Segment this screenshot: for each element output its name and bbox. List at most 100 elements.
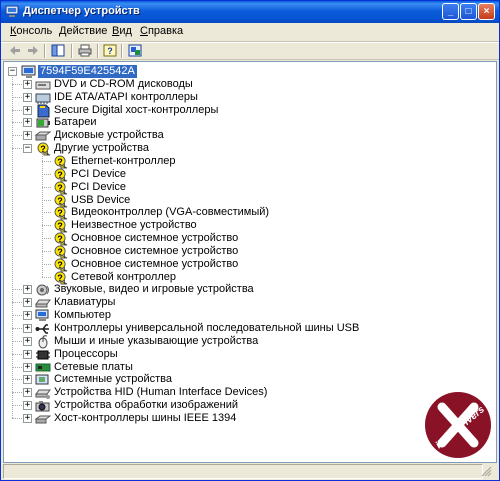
- tree-device[interactable]: ?! Основное системное устройство: [52, 232, 352, 246]
- tree-connector: [42, 238, 51, 240]
- menu-bar: Консоль Действие Вид Справка: [1, 23, 499, 42]
- ixbt-drivers-watermark: iXBT Drivers: [422, 389, 494, 461]
- tree-connector: [42, 276, 51, 278]
- expand-icon[interactable]: +: [23, 362, 32, 372]
- collapse-icon[interactable]: −: [23, 144, 32, 154]
- toolbar-separator: [44, 44, 46, 58]
- expand-icon[interactable]: +: [23, 413, 32, 423]
- tree-device[interactable]: ?! Неизвестное устройство: [52, 219, 352, 233]
- tree-category[interactable]: + Процессоры: [23, 348, 483, 361]
- tree-category[interactable]: + Устройства HID (Human Interface Devices…: [23, 386, 483, 400]
- expand-icon[interactable]: +: [23, 118, 32, 128]
- tree-category-label: Мыши и иные указывающие устройства: [54, 334, 259, 347]
- tree-category[interactable]: + Secure Digital хост-контроллеры: [23, 104, 483, 118]
- expand-icon[interactable]: +: [23, 324, 32, 333]
- tree-connector: [42, 186, 51, 188]
- tree-connector: [42, 160, 51, 162]
- tree-category-label: Устройства HID (Human Interface Devices): [54, 386, 268, 399]
- tree-connector: [12, 83, 22, 85]
- tree-category-label: Сетевые платы: [54, 360, 133, 373]
- menu-view[interactable]: Вид: [112, 25, 132, 37]
- tree-category-label: Клавиатуры: [54, 296, 116, 309]
- menu-console[interactable]: Консоль: [10, 25, 52, 37]
- help-icon[interactable]: ?: [103, 44, 117, 57]
- tree-connector: [12, 109, 22, 111]
- tree-connector: [12, 77, 13, 418]
- tree-device[interactable]: ?! PCI Device: [52, 181, 352, 195]
- tree-device-label: Видеоконтроллер (VGA-совместимый): [71, 206, 270, 219]
- tree-category[interactable]: + IDE ATA/ATAPI контроллеры: [23, 91, 483, 104]
- tree-device-label: Сетевой контроллер: [71, 270, 176, 283]
- tree-category[interactable]: + Мыши и иные указывающие устройства: [23, 334, 483, 349]
- expand-icon[interactable]: +: [23, 388, 32, 398]
- tree-device[interactable]: ?! Сетевой контроллер: [52, 270, 352, 285]
- expand-icon[interactable]: +: [23, 336, 32, 346]
- resize-grip-icon[interactable]: [480, 465, 492, 477]
- tree-connector: [12, 340, 22, 342]
- expand-icon[interactable]: +: [23, 401, 32, 411]
- tree-connector: [12, 122, 22, 124]
- tree-category[interactable]: + Контроллеры универсальной последователь…: [23, 322, 483, 335]
- tree-category-label: Контроллеры универсальной последовательн…: [54, 322, 360, 334]
- menu-action[interactable]: Действие: [59, 25, 107, 37]
- expand-icon[interactable]: +: [23, 105, 32, 115]
- expand-icon[interactable]: +: [23, 375, 32, 385]
- expand-icon[interactable]: +: [23, 349, 32, 359]
- tree-device[interactable]: ?! Видеоконтроллер (VGA-совместимый): [52, 206, 352, 220]
- tree-connector: [12, 366, 22, 368]
- expand-icon[interactable]: +: [23, 285, 32, 295]
- tree-category[interactable]: + Компьютер: [23, 309, 483, 322]
- tree-category[interactable]: + Дисковые устройства: [23, 129, 483, 142]
- tree-connector: [42, 225, 51, 227]
- properties-icon[interactable]: [128, 44, 142, 57]
- show-hide-tree-icon[interactable]: [51, 44, 65, 57]
- expand-icon[interactable]: +: [23, 311, 32, 321]
- print-icon[interactable]: [78, 44, 92, 57]
- minimize-icon: _: [447, 6, 454, 17]
- tree-device-label: Основное системное устройство: [71, 232, 239, 245]
- tree-connector: [42, 152, 43, 277]
- tree-category-label: Компьютер: [54, 309, 111, 322]
- root-computer-name[interactable]: 7594F59E425542A: [38, 65, 137, 78]
- tree-category[interactable]: + Сетевые платы: [23, 361, 483, 374]
- close-button[interactable]: ×: [478, 3, 495, 20]
- tree-category[interactable]: + Системные устройства: [23, 373, 483, 386]
- tree-category-label: Устройства обработки изображений: [54, 399, 239, 412]
- tree-device[interactable]: ?! Основное системное устройство: [52, 245, 352, 259]
- tree-root[interactable]: − 7594F59E425542A: [8, 65, 208, 78]
- expand-icon[interactable]: +: [23, 79, 32, 89]
- forward-icon[interactable]: [26, 44, 40, 57]
- expand-icon[interactable]: +: [23, 298, 32, 308]
- tree-device[interactable]: ?! Основное системное устройство: [52, 258, 352, 272]
- tree-connector: [12, 417, 22, 419]
- title-bar[interactable]: Диспетчер устройств _ □ ×: [1, 1, 499, 23]
- tree-connector: [12, 353, 22, 355]
- tree-device[interactable]: ?! PCI Device: [52, 168, 352, 182]
- ieee1394-icon: [35, 415, 51, 424]
- tree-category[interactable]: + Клавиатуры: [23, 296, 483, 309]
- back-icon[interactable]: [8, 44, 22, 57]
- tree-connector: [42, 263, 51, 265]
- tree-connector: [42, 212, 51, 214]
- tree-category[interactable]: + Устройства обработки изображений: [23, 399, 483, 412]
- tree-connector: [42, 199, 51, 201]
- tree-connector: [12, 302, 22, 304]
- minimize-button[interactable]: _: [442, 3, 459, 20]
- menu-help[interactable]: Справка: [140, 25, 183, 37]
- tree-category-label: IDE ATA/ATAPI контроллеры: [54, 90, 198, 103]
- expand-icon[interactable]: +: [23, 131, 32, 141]
- tree-device[interactable]: ?! USB Device: [52, 193, 352, 208]
- expand-icon[interactable]: +: [23, 92, 32, 102]
- tree-connector: [12, 96, 22, 98]
- collapse-icon[interactable]: −: [8, 67, 17, 76]
- tree-category[interactable]: + Хост-контроллеры шины IEEE 1394: [23, 412, 483, 425]
- svg-text:?: ?: [107, 46, 113, 56]
- tree-category[interactable]: −?! Другие устройства: [23, 142, 483, 156]
- tree-device-label: USB Device: [71, 193, 131, 206]
- maximize-button[interactable]: □: [460, 3, 477, 20]
- tree-category[interactable]: + DVD и CD-ROM дисководы: [23, 78, 483, 91]
- tree-category[interactable]: + Звуковые, видео и игровые устройства: [23, 283, 483, 296]
- window-title: Диспетчер устройств: [23, 5, 140, 17]
- tree-category[interactable]: + Батареи: [23, 116, 483, 129]
- tree-device[interactable]: ?! Ethernet-контроллер: [52, 155, 352, 169]
